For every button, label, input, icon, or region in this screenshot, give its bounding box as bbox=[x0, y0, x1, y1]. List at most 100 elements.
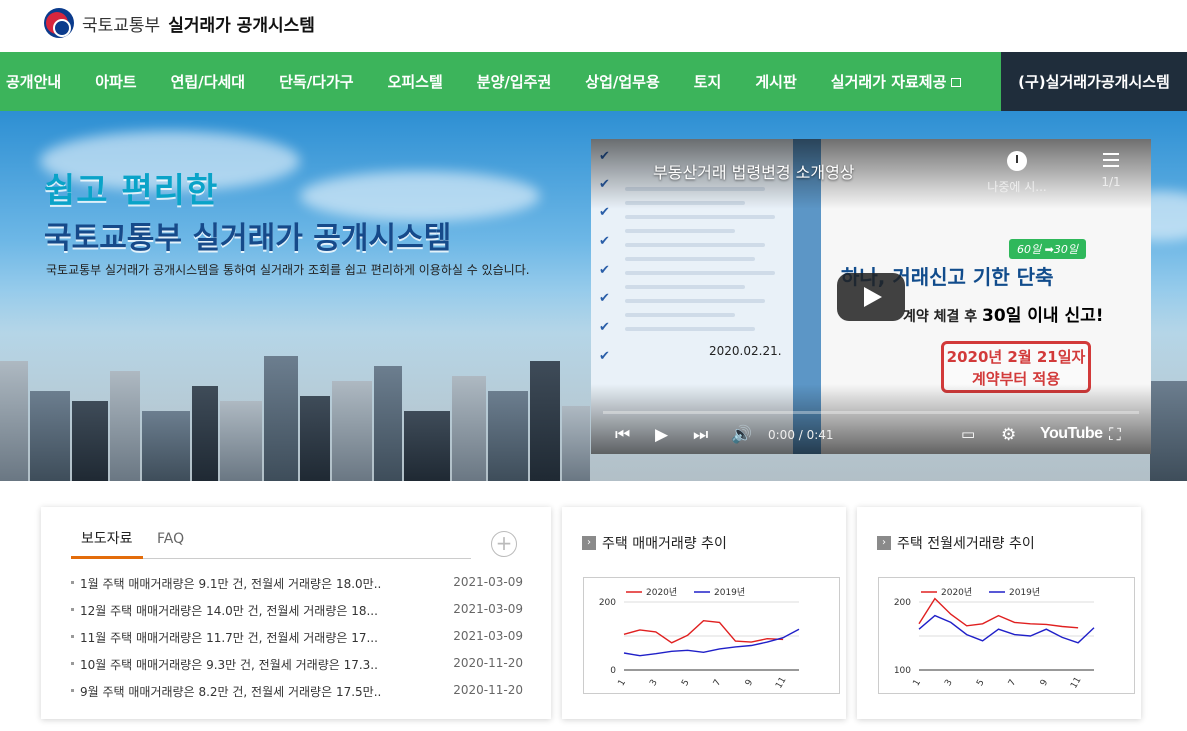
x-tick-label: 7 bbox=[1007, 678, 1019, 688]
news-item-title: 9월 주택 매매거래량은 8.2만 건, 전월세 거래량은 17.5만.. bbox=[80, 685, 382, 699]
building bbox=[0, 361, 28, 481]
check-icon: ✔ bbox=[599, 234, 610, 249]
y-tick-label: 200 bbox=[599, 598, 616, 608]
nav-spacer bbox=[978, 52, 1001, 111]
sales-chart-title[interactable]: › 주택 매매거래량 추이 bbox=[582, 533, 727, 553]
site-logo[interactable]: 국토교통부 실거래가 공개시스템 bbox=[44, 8, 315, 38]
playlist-button[interactable]: 1/1 bbox=[1091, 153, 1131, 189]
logo-system-text: 실거래가 공개시스템 bbox=[168, 15, 315, 36]
news-tabs: 보도자료 FAQ bbox=[71, 529, 471, 559]
check-icon: ✔ bbox=[599, 320, 610, 335]
news-item-date: 2021-03-09 bbox=[453, 629, 523, 643]
news-item[interactable]: 1월 주택 매매거래량은 9.1만 건, 전월세 거래량은 18.0만.. 20… bbox=[71, 573, 523, 600]
rent-chart: 200 100 1 3 5 7 9 11 2020년 2019년 bbox=[878, 577, 1135, 694]
y-tick-label: 200 bbox=[894, 598, 911, 608]
nav-item-land[interactable]: 토지 bbox=[677, 52, 739, 111]
nav-item-apartment[interactable]: 아파트 bbox=[78, 52, 153, 111]
legend-label: 2020년 bbox=[941, 587, 972, 598]
building bbox=[404, 411, 450, 481]
news-item-date: 2021-03-09 bbox=[453, 602, 523, 616]
settings-icon[interactable]: ⚙ bbox=[1001, 425, 1016, 445]
nav-item-row-house[interactable]: 연립/다세대 bbox=[154, 52, 262, 111]
x-tick-label: 1 bbox=[912, 678, 924, 688]
video-date: 2020.02.21. bbox=[709, 344, 782, 358]
news-item-title: 1월 주택 매매거래량은 9.1만 건, 전월세 거래량은 18.0만.. bbox=[80, 577, 382, 591]
text-line bbox=[625, 285, 745, 289]
previous-icon[interactable]: ⏮ bbox=[615, 425, 630, 445]
building bbox=[562, 406, 590, 481]
news-item[interactable]: 9월 주택 매매거래량은 8.2만 건, 전월세 거래량은 17.5만.. 20… bbox=[71, 681, 523, 708]
news-item[interactable]: 10월 주택 매매거래량은 9.3만 건, 전월세 거래량은 17.3.. 20… bbox=[71, 654, 523, 681]
nav-item-guide[interactable]: 공개안내 bbox=[0, 52, 78, 111]
x-tick-label: 3 bbox=[648, 678, 660, 688]
subtitles-icon[interactable]: ▭ bbox=[961, 425, 975, 443]
video-player[interactable]: ✔ ✔ ✔ ✔ ✔ ✔ ✔ ✔ 2020.02.21. 60일 ➡30일 하나,… bbox=[591, 139, 1151, 454]
play-button[interactable] bbox=[837, 273, 905, 321]
text-line bbox=[625, 327, 755, 331]
fullscreen-icon[interactable]: ⛶ bbox=[1109, 425, 1121, 445]
news-item-date: 2020-11-20 bbox=[453, 656, 523, 670]
y-tick-label: 100 bbox=[894, 666, 911, 676]
series-line bbox=[623, 628, 800, 657]
clock-icon bbox=[1007, 151, 1027, 171]
x-tick-label: 9 bbox=[1039, 678, 1051, 688]
rent-chart-title[interactable]: › 주택 전월세거래량 추이 bbox=[877, 533, 1035, 553]
rent-chart-svg: 200 1001 3 5 7 9 11 2020년 2019년 bbox=[894, 587, 1095, 691]
deadline-badge: 60일 ➡30일 bbox=[1009, 239, 1086, 259]
nav-item-presale[interactable]: 분양/입주권 bbox=[460, 52, 568, 111]
video-subline-bold: 30일 이내 신고! bbox=[982, 306, 1104, 326]
building bbox=[192, 386, 218, 481]
video-progress-bar[interactable] bbox=[603, 411, 1139, 414]
youtube-logo[interactable]: YouTube bbox=[1040, 425, 1103, 443]
text-line bbox=[625, 243, 765, 247]
stamp-line-1: 2020년 2월 21일자 bbox=[946, 348, 1086, 366]
nav-item-data-service[interactable]: 실거래가 자료제공 bbox=[814, 52, 979, 111]
watch-later-button[interactable]: 나중에 시... bbox=[977, 151, 1057, 195]
building bbox=[488, 391, 528, 481]
video-subline: 계약 체결 후 30일 이내 신고! bbox=[903, 301, 1103, 326]
check-icon: ✔ bbox=[599, 349, 610, 364]
site-header: 국토교통부 실거래가 공개시스템 bbox=[0, 0, 1187, 52]
y-tick-label: 0 bbox=[610, 666, 616, 676]
text-line bbox=[625, 257, 755, 261]
video-controls: ⏮ ▶ ⏭ 🔊 0:00 / 0:41 ▭ ⚙ YouTube ⛶ bbox=[591, 421, 1151, 451]
video-subline-prefix: 계약 체결 후 bbox=[903, 309, 978, 325]
building bbox=[530, 361, 560, 481]
more-icon[interactable]: + bbox=[491, 531, 517, 557]
legend-label: 2019년 bbox=[714, 587, 745, 598]
news-panel: 보도자료 FAQ + 1월 주택 매매거래량은 9.1만 건, 전월세 거래량은… bbox=[41, 507, 551, 719]
x-tick-label: 1 bbox=[617, 678, 629, 688]
text-line bbox=[625, 299, 765, 303]
legend-label: 2020년 bbox=[646, 587, 677, 598]
building bbox=[374, 366, 402, 481]
rent-chart-title-text: 주택 전월세거래량 추이 bbox=[897, 536, 1035, 552]
news-item-title: 11월 주택 매매거래량은 11.7만 건, 전월세 거래량은 17... bbox=[80, 631, 378, 645]
tab-press-release[interactable]: 보도자료 bbox=[71, 529, 143, 559]
government-emblem-icon bbox=[44, 8, 74, 38]
next-icon[interactable]: ⏭ bbox=[693, 425, 708, 445]
news-item-date: 2021-03-09 bbox=[453, 575, 523, 589]
chevron-right-icon: › bbox=[582, 536, 596, 550]
text-line bbox=[625, 313, 735, 317]
volume-icon[interactable]: 🔊 bbox=[731, 425, 752, 445]
building bbox=[332, 381, 372, 481]
news-item[interactable]: 12월 주택 매매거래량은 14.0만 건, 전월세 거래량은 18... 20… bbox=[71, 600, 523, 627]
x-tick-label: 11 bbox=[1069, 676, 1083, 691]
x-tick-label: 5 bbox=[680, 678, 692, 688]
news-item[interactable]: 11월 주택 매매거래량은 11.7만 건, 전월세 거래량은 17... 20… bbox=[71, 627, 523, 654]
building bbox=[452, 376, 486, 481]
main-nav: 공개안내 아파트 연립/다세대 단독/다가구 오피스텔 분양/입주권 상업/업무… bbox=[0, 52, 1187, 111]
check-icon: ✔ bbox=[599, 291, 610, 306]
nav-item-officetel[interactable]: 오피스텔 bbox=[371, 52, 460, 111]
external-link-icon bbox=[951, 78, 962, 87]
nav-item-detached[interactable]: 단독/다가구 bbox=[262, 52, 370, 111]
nav-item-data-service-label: 실거래가 자료제공 bbox=[830, 73, 947, 91]
nav-item-board[interactable]: 게시판 bbox=[738, 52, 813, 111]
play-icon[interactable]: ▶ bbox=[655, 425, 668, 445]
tab-faq[interactable]: FAQ bbox=[147, 529, 194, 559]
nav-item-legacy-system[interactable]: (구)실거래가공개시스템 bbox=[1001, 52, 1187, 111]
series-line bbox=[918, 597, 1079, 629]
nav-item-commercial[interactable]: 상업/업무용 bbox=[568, 52, 676, 111]
building bbox=[30, 391, 70, 481]
video-title[interactable]: 부동산거래 법령변경 소개영상 bbox=[653, 159, 855, 183]
